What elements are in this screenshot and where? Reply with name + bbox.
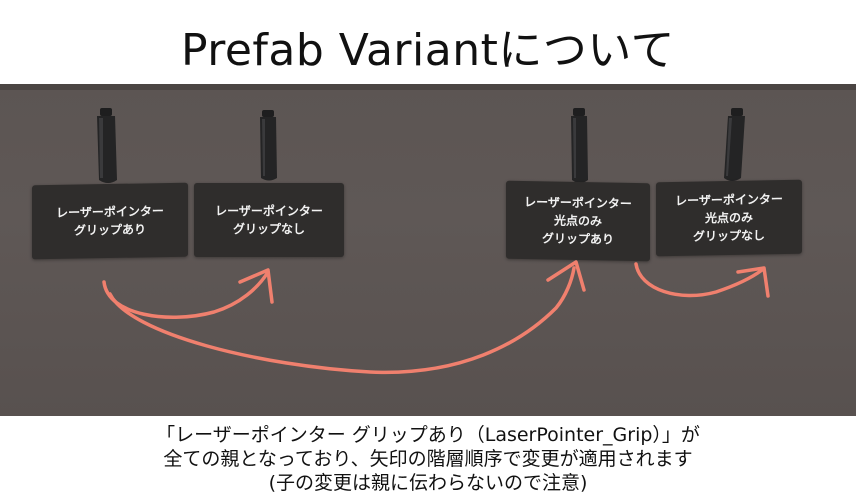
page-title: Prefab Variantについて xyxy=(180,25,676,76)
caption-line: 全ての親となっており、矢印の階層順序で変更が適用されます xyxy=(163,448,693,470)
arrow-grip-to-light-grip xyxy=(108,266,576,375)
inheritance-arrows xyxy=(102,260,770,375)
caption-line: 「レーザーポインター グリップあり（LaserPointer_Grip）」が xyxy=(156,424,700,446)
viewport-3d-scene[interactable]: レーザーポインター グリップあり レーザーポインター グリップなし レーザーポイ… xyxy=(0,84,856,416)
caption-line: (子の変更は親に伝わらないので注意) xyxy=(268,472,588,494)
arrow-grip-to-light-grip-head xyxy=(546,260,586,292)
caption-text: 「レーザーポインター グリップあり（LaserPointer_Grip）」が 全… xyxy=(0,423,856,495)
arrow-light-grip-to-light-nogrip xyxy=(634,262,764,298)
